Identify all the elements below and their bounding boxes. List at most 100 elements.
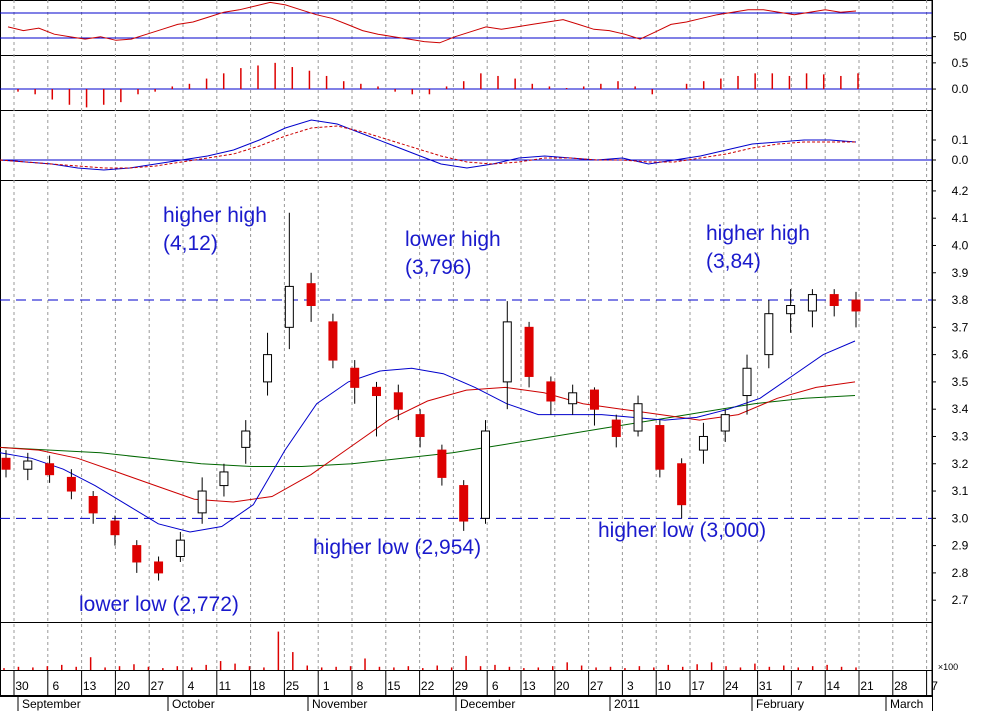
- annotation-line1: lower low (2,772): [79, 593, 239, 616]
- y-tick-label: 3.4: [952, 402, 969, 416]
- histogram-panel: [0, 62, 932, 108]
- candle-up: [568, 392, 578, 405]
- y-tick-label: 4.1: [952, 211, 969, 225]
- x-day-label: 8: [357, 679, 364, 693]
- candle-down: [415, 414, 425, 437]
- y-tick-label: 3.3: [952, 429, 969, 443]
- x-day-label: 30: [15, 679, 29, 693]
- annotation-line1: higher low (3,000): [598, 519, 766, 542]
- y-tick-label: 3.7: [952, 320, 969, 334]
- y-tick-label: 0.0: [952, 82, 969, 96]
- candle-up: [23, 460, 33, 470]
- x-day-label: 6: [52, 679, 59, 693]
- candle-down: [393, 392, 403, 410]
- candle-down: [851, 299, 861, 312]
- candle-down: [132, 545, 142, 563]
- y-tick-label: 3.5: [952, 375, 969, 389]
- y-tick-label: 2.9: [952, 539, 969, 553]
- candle-down: [66, 476, 76, 492]
- x-day-label: 4: [188, 679, 195, 693]
- candle-down: [437, 449, 447, 478]
- y-axis: 50 0.5 0.0 0.1 0.0 4.2 4.1 4.0 3.9 3.8 3.7 3.6 3.5 3.…: [932, 30, 969, 672]
- y-tick-label: 3.0: [952, 511, 969, 525]
- chart-stage: 50 0.5 0.0 0.1 0.0 4.2 4.1 4.0 3.9 3.8 3.7 3.6 3.5 3.…: [0, 0, 990, 711]
- candle-up: [807, 294, 817, 312]
- oscillator-panel: [0, 1, 932, 44]
- candle-up: [720, 414, 730, 432]
- x-day-label: 29: [455, 679, 469, 693]
- candle-down: [1, 457, 11, 470]
- x-day-label: 22: [421, 679, 435, 693]
- signal-line: [0, 125, 856, 169]
- candle-down: [88, 495, 98, 514]
- x-month-label: October: [172, 697, 215, 711]
- y-tick-label: 3.2: [952, 457, 969, 471]
- x-day-label: 13: [83, 679, 97, 693]
- x-month-label: March: [890, 697, 923, 711]
- x-day-label: 10: [658, 679, 672, 693]
- y-tick-label: 3.1: [952, 484, 969, 498]
- candle-down: [459, 485, 469, 522]
- annotation-line2: (4,12): [163, 232, 218, 255]
- y-tick-label: 0.5: [952, 56, 969, 70]
- candle-down: [45, 463, 55, 476]
- x-day-label: 7: [796, 679, 803, 693]
- y-tick-label: 50: [953, 30, 967, 44]
- x-day-label: 3: [627, 679, 634, 693]
- x-day-label: 11: [219, 679, 232, 693]
- x-day-label: 17: [691, 679, 705, 693]
- candle-up: [633, 403, 643, 432]
- annotation-line2: (3,84): [706, 250, 761, 273]
- annotation-line2: (3,796): [405, 256, 472, 279]
- x-day-label: 27: [151, 679, 165, 693]
- moving-average-red: [0, 381, 856, 503]
- candle-down: [154, 561, 164, 574]
- y-tick-label: 0.0: [952, 153, 969, 167]
- y-tick-label: 4.2: [952, 184, 969, 198]
- volume-panel: [3, 631, 857, 670]
- y-tick-label: 3.6: [952, 348, 969, 362]
- candle-up: [786, 305, 796, 315]
- candle-down: [110, 520, 120, 536]
- annotations: higher high (4,12) lower high (3,796) higher…: [79, 204, 810, 616]
- x-day-label: 7: [931, 679, 938, 693]
- y-tick-label: 3.8: [952, 293, 969, 307]
- candle-down: [524, 326, 534, 377]
- candle-down: [655, 425, 665, 470]
- candle-up: [284, 285, 294, 328]
- x-day-label: 28: [894, 679, 908, 693]
- x-month-label: February: [756, 697, 804, 711]
- annotation-line1: higher low (2,954): [313, 536, 481, 559]
- x-day-label: 13: [522, 679, 536, 693]
- candle-down: [546, 381, 556, 402]
- candle-up: [175, 539, 185, 558]
- candle-up: [742, 367, 752, 397]
- x-day-label: 31: [759, 679, 773, 693]
- y-tick-label: 3.9: [952, 266, 969, 280]
- annotation-line1: higher high: [706, 222, 810, 245]
- macd-line: [0, 119, 857, 171]
- x-day-label: 21: [860, 679, 874, 693]
- x-month-label: December: [460, 697, 515, 711]
- macd-panel: [0, 119, 932, 171]
- x-day-label: 18: [252, 679, 266, 693]
- candle-up: [502, 321, 512, 383]
- candle-down: [350, 367, 360, 388]
- stock-chart: 50 0.5 0.0 0.1 0.0 4.2 4.1 4.0 3.9 3.8 3.7 3.6 3.5 3.…: [0, 0, 969, 711]
- x-month-label: September: [22, 697, 81, 711]
- x-day-label: 27: [590, 679, 604, 693]
- moving-average-blue: [0, 340, 856, 533]
- annotation-line1: higher high: [163, 204, 267, 227]
- candle-up: [480, 430, 490, 519]
- candle-up: [764, 313, 774, 356]
- candle-down: [328, 321, 338, 361]
- candle-up: [219, 471, 229, 487]
- x-day-label: 20: [556, 679, 570, 693]
- plot-border: [0, 0, 933, 696]
- volume-unit-label: ×100: [938, 662, 958, 672]
- annotation-line1: lower high: [405, 228, 501, 251]
- x-day-label: 14: [827, 679, 841, 693]
- candle-up: [698, 435, 708, 451]
- x-day-label: 6: [492, 679, 499, 693]
- y-tick-label: 4.0: [952, 238, 969, 252]
